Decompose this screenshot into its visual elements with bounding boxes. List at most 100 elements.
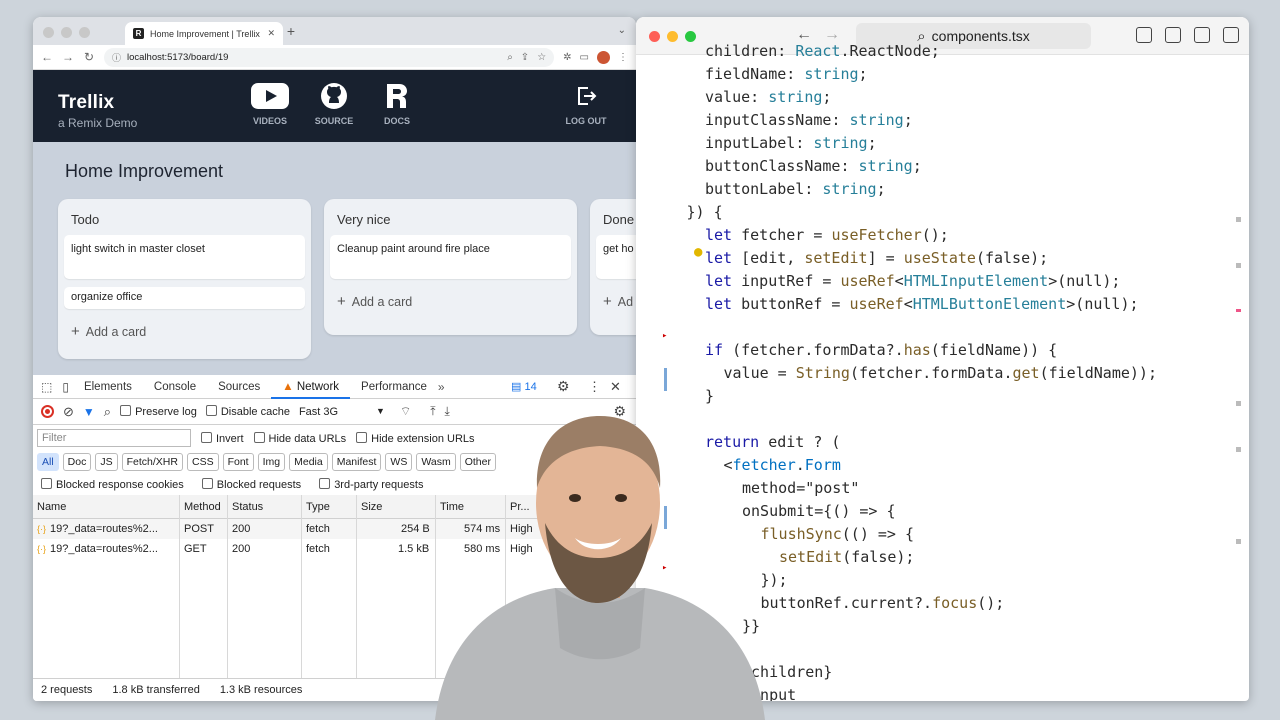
extensions-icon[interactable]: ✲ bbox=[563, 52, 571, 63]
code-line[interactable]: let [edit, setEdit] = useState(false); bbox=[705, 247, 1048, 270]
column-title[interactable]: Done bbox=[590, 199, 636, 235]
type-css[interactable]: CSS bbox=[186, 453, 219, 471]
col-status[interactable]: Status bbox=[232, 497, 263, 517]
type-font[interactable]: Font bbox=[222, 453, 254, 471]
close-tab-icon[interactable]: ✕ bbox=[267, 28, 275, 39]
tab-performance[interactable]: Performance bbox=[350, 375, 438, 399]
device-toolbar-icon[interactable]: ▯ bbox=[62, 380, 69, 394]
code-line[interactable]: } bbox=[705, 385, 714, 408]
card[interactable]: Cleanup paint around fire place bbox=[330, 235, 571, 279]
browser-tab[interactable]: R Home Improvement | Trellix ✕ bbox=[125, 22, 283, 45]
inspect-element-icon[interactable]: ⬚ bbox=[41, 380, 52, 394]
type-fetch-xhr[interactable]: Fetch/XHR bbox=[121, 453, 183, 471]
code-line[interactable]: children: React.ReactNode; bbox=[705, 40, 940, 63]
code-line[interactable]: flushSync(() => { bbox=[761, 523, 915, 546]
type-doc[interactable]: Doc bbox=[62, 453, 92, 471]
code-line[interactable]: if (fetcher.formData?.has(fieldName)) { bbox=[705, 339, 1057, 362]
nav-docs[interactable]: DOCS bbox=[377, 82, 417, 126]
reload-icon[interactable]: ↻ bbox=[83, 50, 95, 64]
toggle-primary-sidebar-icon[interactable] bbox=[1136, 27, 1152, 43]
column-title[interactable]: Very nice bbox=[324, 199, 577, 235]
col-size[interactable]: Size bbox=[361, 497, 382, 517]
code-line[interactable]: let fetcher = useFetcher(); bbox=[705, 224, 949, 247]
profile-avatar[interactable] bbox=[597, 50, 610, 64]
nav-source[interactable]: SOURCE bbox=[311, 82, 357, 126]
invert-checkbox[interactable]: Invert bbox=[201, 431, 244, 445]
add-card-button[interactable]: + Add a card bbox=[324, 287, 577, 322]
add-card-button[interactable]: + Ad bbox=[590, 287, 636, 322]
code-line[interactable]: fieldName: string; bbox=[705, 63, 868, 86]
trellix-brand[interactable]: Trellix a Remix Demo bbox=[58, 92, 137, 130]
card[interactable]: organize office bbox=[64, 287, 305, 309]
disable-cache-checkbox[interactable]: Disable cache bbox=[205, 405, 290, 418]
url-field[interactable]: ⓘ localhost:5173/board/19 ⌕ ⇪ ☆ bbox=[104, 47, 555, 67]
code-line[interactable]: let inputRef = useRef<HTMLInputElement>(… bbox=[705, 270, 1120, 293]
code-line[interactable]: buttonLabel: string; bbox=[705, 178, 886, 201]
tab-search-chevron-icon[interactable]: ⌄ bbox=[618, 25, 626, 36]
side-panel-icon[interactable]: ▭ bbox=[580, 52, 589, 63]
menu-kebab-icon[interactable]: ⋮ bbox=[618, 52, 628, 63]
tab-elements[interactable]: Elements bbox=[73, 375, 143, 399]
toggle-panel-icon[interactable] bbox=[1165, 27, 1181, 43]
tab-console[interactable]: Console bbox=[143, 375, 207, 399]
code-line[interactable]: value = String(fetcher.formData.get(fiel… bbox=[724, 362, 1158, 385]
zoom-window-button[interactable] bbox=[685, 31, 696, 42]
site-info-icon[interactable]: ⓘ bbox=[112, 51, 121, 64]
throttle-select[interactable]: Fast 3G ▼ bbox=[299, 406, 385, 418]
add-card-button[interactable]: + Add a card bbox=[58, 317, 311, 352]
nav-logout[interactable]: LOG OUT bbox=[561, 82, 611, 126]
col-method[interactable]: Method bbox=[184, 497, 221, 517]
col-name[interactable]: Name bbox=[37, 497, 66, 517]
type-all[interactable]: All bbox=[37, 453, 59, 471]
type-img[interactable]: Img bbox=[257, 453, 286, 471]
minimize-window-button[interactable] bbox=[667, 31, 678, 42]
column-title[interactable]: Todo bbox=[58, 199, 311, 235]
third-party-checkbox[interactable]: 3rd-party requests bbox=[319, 478, 423, 491]
card[interactable]: get ho bbox=[596, 235, 636, 279]
zoom-icon[interactable]: ⌕ bbox=[507, 52, 513, 63]
code-line[interactable]: inputLabel: string; bbox=[705, 132, 877, 155]
blocked-requests-checkbox[interactable]: Blocked requests bbox=[201, 478, 301, 491]
fold-arrow-icon[interactable]: ▸ bbox=[662, 331, 667, 341]
filter-input[interactable]: Filter bbox=[37, 429, 191, 447]
code-line[interactable]: value: string; bbox=[705, 86, 831, 109]
search-icon[interactable]: ⌕ bbox=[104, 404, 111, 420]
code-line[interactable]: setEdit(false); bbox=[779, 546, 914, 569]
nav-videos[interactable]: VIDEOS bbox=[250, 82, 290, 126]
record-stop-button[interactable] bbox=[41, 405, 54, 418]
network-conditions-icon[interactable]: ⌔ bbox=[400, 404, 411, 419]
issues-badge[interactable]: ▤ 14 bbox=[511, 380, 537, 393]
clear-icon[interactable]: ⊘ bbox=[63, 404, 74, 420]
bookmark-star-icon[interactable]: ☆ bbox=[537, 52, 546, 63]
type-manifest[interactable]: Manifest bbox=[331, 453, 382, 471]
code-line[interactable]: let buttonRef = useRef<HTMLButtonElement… bbox=[705, 293, 1139, 316]
code-line[interactable]: }) { bbox=[687, 201, 723, 224]
settings-gear-icon[interactable]: ⚙ bbox=[557, 378, 570, 395]
toggle-secondary-sidebar-icon[interactable] bbox=[1194, 27, 1210, 43]
blocked-cookies-checkbox[interactable]: Blocked response cookies bbox=[41, 478, 184, 491]
code-line[interactable]: buttonClassName: string; bbox=[705, 155, 922, 178]
code-line[interactable]: inputClassName: string; bbox=[705, 109, 913, 132]
more-tabs-icon[interactable]: » bbox=[438, 380, 445, 394]
forward-icon[interactable]: → bbox=[62, 50, 74, 64]
tab-sources[interactable]: Sources bbox=[207, 375, 271, 399]
share-icon[interactable]: ⇪ bbox=[521, 52, 529, 63]
hide-data-urls-checkbox[interactable]: Hide data URLs bbox=[253, 431, 346, 445]
card[interactable]: light switch in master closet bbox=[64, 235, 305, 279]
code-line[interactable]: onSubmit={() => { bbox=[742, 500, 896, 523]
board-title[interactable]: Home Improvement bbox=[65, 161, 223, 182]
devtools-menu-icon[interactable]: ⋮ bbox=[588, 379, 601, 395]
type-media[interactable]: Media bbox=[289, 453, 328, 471]
type-ws[interactable]: WS bbox=[385, 453, 413, 471]
back-icon[interactable]: ← bbox=[41, 50, 53, 64]
lightbulb-icon[interactable]: ● bbox=[694, 244, 702, 260]
zoom-window-button[interactable] bbox=[79, 27, 90, 38]
customize-layout-icon[interactable] bbox=[1223, 27, 1239, 43]
close-window-button[interactable] bbox=[43, 27, 54, 38]
tab-network[interactable]: ▲ Network bbox=[271, 375, 351, 399]
type-js[interactable]: JS bbox=[95, 453, 118, 471]
col-type[interactable]: Type bbox=[306, 497, 330, 517]
code-line[interactable]: buttonRef.current?.focus(); bbox=[761, 592, 1005, 615]
filter-funnel-icon[interactable]: ▼ bbox=[83, 405, 95, 419]
close-devtools-icon[interactable]: ✕ bbox=[610, 379, 621, 395]
